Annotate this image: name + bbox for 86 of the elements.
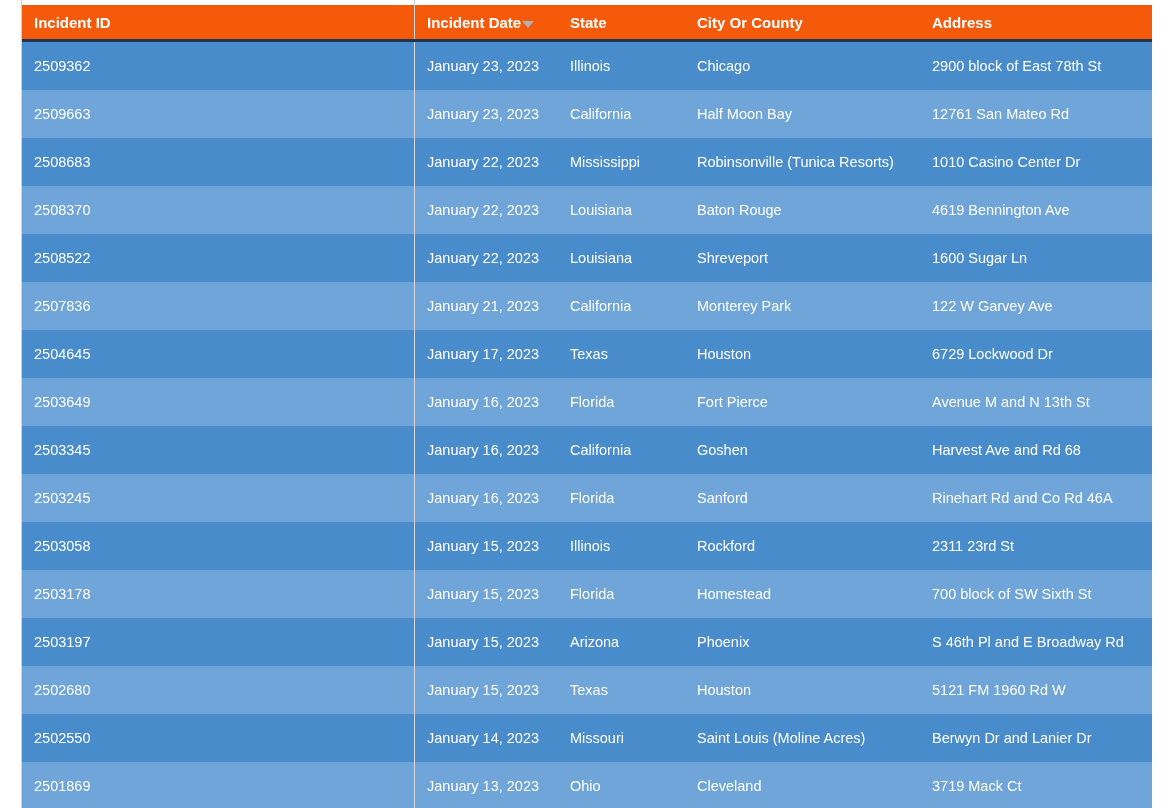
table-cell: January 15, 2023 (427, 586, 540, 602)
table-cell: Florida (570, 394, 615, 410)
table-cell: S 46th Pl and E Broadway Rd (932, 634, 1124, 650)
column-header[interactable]: Address (932, 13, 993, 31)
column-header[interactable]: Incident Date (427, 13, 522, 31)
table-cell: California (570, 442, 632, 458)
table-cell: 2503178 (34, 586, 91, 602)
table-cell: 2508683 (34, 154, 91, 170)
table-cell: January 14, 2023 (427, 730, 540, 746)
table-cell: Louisiana (570, 202, 633, 218)
table-cell: Monterey Park (697, 298, 792, 314)
column-header[interactable]: State (570, 13, 607, 31)
table-cell: January 15, 2023 (427, 538, 540, 554)
table-cell: Missouri (570, 730, 624, 746)
table-cell: Ohio (570, 778, 601, 794)
table-cell: Illinois (570, 538, 611, 554)
table-cell: 2509663 (34, 106, 91, 122)
table-cell: Half Moon Bay (697, 106, 793, 122)
table-cell: Rinehart Rd and Co Rd 46A (932, 490, 1113, 506)
table-cell: January 15, 2023 (427, 682, 540, 698)
column-header[interactable]: City Or County (697, 13, 803, 31)
table-cell: 2900 block of East 78th St (932, 58, 1102, 74)
table-cell: 12761 San Mateo Rd (932, 106, 1070, 122)
table-cell: Texas (570, 346, 608, 362)
table-cell: Mississippi (570, 154, 641, 170)
table-cell: 122 W Garvey Ave (932, 298, 1053, 314)
table-cell: 2501869 (34, 778, 91, 794)
table-cell: 2503058 (34, 538, 91, 554)
table-cell: January 16, 2023 (427, 490, 540, 506)
table-cell: 2503245 (34, 490, 91, 506)
table-cell: Harvest Ave and Rd 68 (932, 442, 1081, 458)
table-cell: January 22, 2023 (427, 202, 540, 218)
table-cell: January 22, 2023 (427, 250, 540, 266)
table-cell: Robinsonville (Tunica Resorts) (697, 154, 894, 170)
table-cell: 2509362 (34, 58, 91, 74)
table-cell: 2507836 (34, 298, 91, 314)
table-cell: January 16, 2023 (427, 394, 540, 410)
table-cell: January 16, 2023 (427, 442, 540, 458)
table-cell: Texas (570, 682, 608, 698)
table-cell: 1600 Sugar Ln (932, 250, 1028, 266)
table-cell: January 23, 2023 (427, 106, 540, 122)
table-cell: 3719 Mack Ct (932, 778, 1022, 794)
table-cell: Saint Louis (Moline Acres) (697, 730, 866, 746)
table-cell: Florida (570, 490, 615, 506)
table-cell: Shreveport (697, 250, 768, 266)
table-cell: Florida (570, 586, 615, 602)
sort-descending-icon[interactable] (522, 20, 535, 28)
table-cell: January 15, 2023 (427, 634, 540, 650)
table-cell: Illinois (570, 58, 611, 74)
table-cell: January 22, 2023 (427, 154, 540, 170)
table-cell: Houston (697, 682, 751, 698)
table-cell: Louisiana (570, 250, 633, 266)
table-cell: Fort Pierce (697, 394, 768, 410)
table-cell: Baton Rouge (697, 202, 782, 218)
table-cell: 5121 FM 1960 Rd W (932, 682, 1066, 698)
column-header[interactable]: Incident ID (34, 13, 111, 31)
table-cell: January 13, 2023 (427, 778, 540, 794)
table-cell: 2504645 (34, 346, 91, 362)
table-cell: Sanford (697, 490, 748, 506)
table-cell: January 21, 2023 (427, 298, 540, 314)
table-cell: Homestead (697, 586, 772, 602)
table-cell: 700 block of SW Sixth St (932, 586, 1092, 602)
table-cell: 6729 Lockwood Dr (932, 346, 1053, 362)
table-cell: California (570, 106, 632, 122)
table-cell: 2503649 (34, 394, 91, 410)
table-cell: 2502550 (34, 730, 91, 746)
table-cell: Goshen (697, 442, 748, 458)
table-cell: Phoenix (697, 634, 750, 650)
table-cell: Arizona (570, 634, 620, 650)
table-cell: 2503197 (34, 634, 91, 650)
table-cell: 2311 23rd St (932, 538, 1014, 554)
table-cell: Cleveland (697, 778, 762, 794)
table-cell: Berwyn Dr and Lanier Dr (932, 730, 1092, 746)
table-cell: January 23, 2023 (427, 58, 540, 74)
table-cell: Houston (697, 346, 751, 362)
table-cell: 2503345 (34, 442, 91, 458)
table-cell: 2508522 (34, 250, 91, 266)
table-cell: 4619 Bennington Ave (932, 202, 1070, 218)
table-cell: 1010 Casino Center Dr (932, 154, 1081, 170)
table-cell: 2508370 (34, 202, 91, 218)
table-cell: 2502680 (34, 682, 91, 698)
table-cell: Chicago (697, 58, 751, 74)
table-cell: California (570, 298, 632, 314)
table-cell: Rockford (697, 538, 756, 554)
table-cell: Avenue M and N 13th St (932, 394, 1090, 410)
table-cell: January 17, 2023 (427, 346, 540, 362)
